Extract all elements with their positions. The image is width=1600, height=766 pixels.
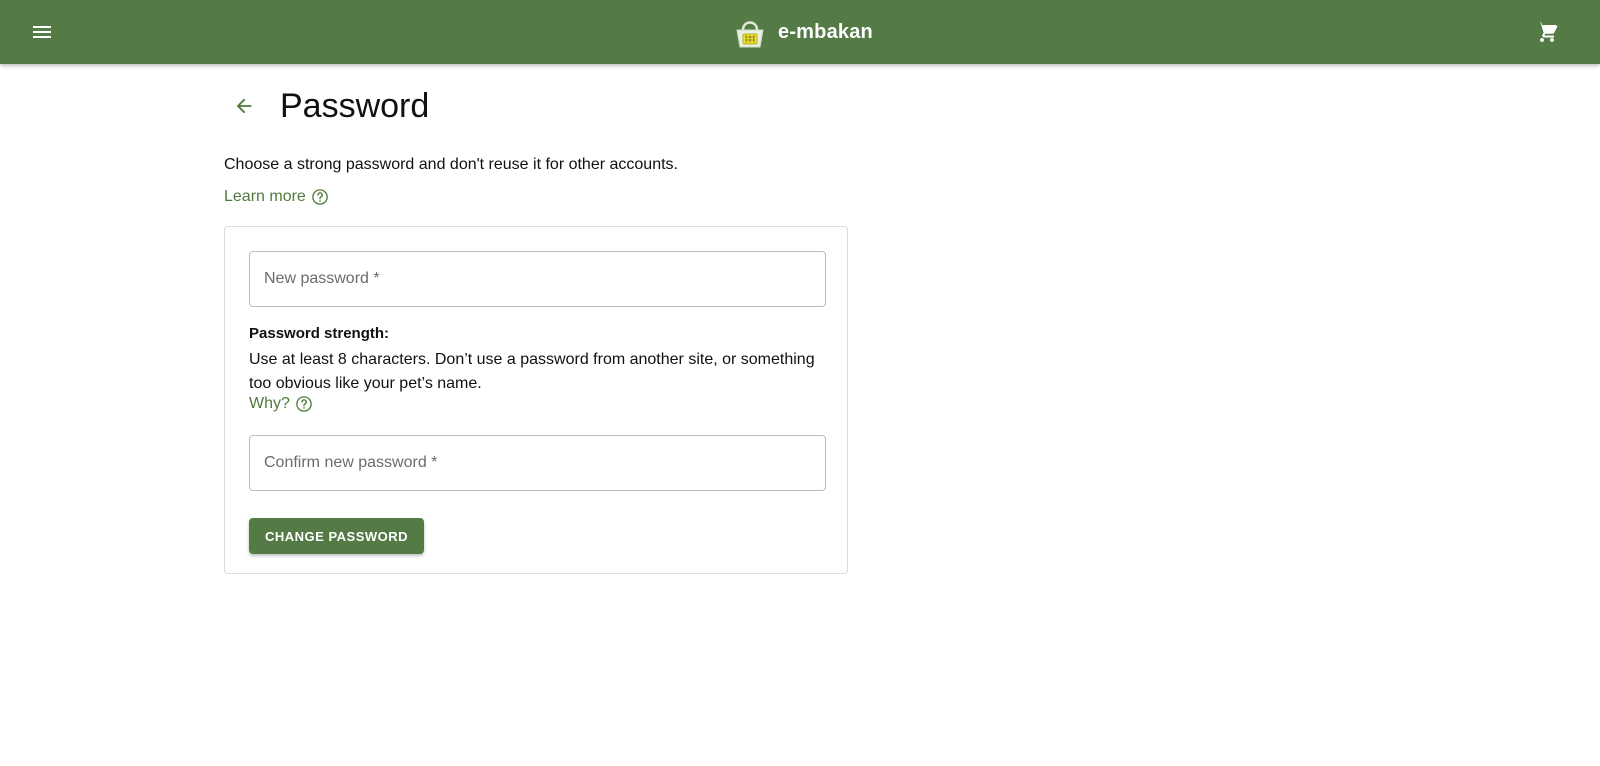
brand-home-link[interactable]: e-mbakan	[732, 14, 873, 50]
cart-icon	[1538, 22, 1558, 42]
learn-more-link[interactable]: Learn more	[224, 188, 329, 206]
menu-button[interactable]	[27, 17, 57, 47]
help-circle-icon	[311, 188, 329, 206]
help-circle-icon	[295, 395, 313, 413]
back-button[interactable]	[224, 86, 264, 126]
page-title: Password	[280, 86, 430, 125]
confirm-password-field[interactable]	[249, 435, 826, 491]
intro-text: Choose a strong password and don't reuse…	[224, 156, 678, 173]
title-row: Password	[224, 86, 429, 126]
menu-icon	[33, 26, 51, 38]
password-strength-label: Password strength:	[249, 325, 390, 342]
new-password-field[interactable]	[249, 251, 826, 307]
new-password-input[interactable]	[250, 252, 825, 306]
top-app-bar: e-mbakan	[0, 0, 1600, 64]
confirm-password-input[interactable]	[250, 436, 825, 490]
password-form-card: Password strength: Use at least 8 charac…	[224, 226, 848, 574]
basket-logo-icon	[736, 21, 764, 48]
learn-more-label: Learn more	[224, 188, 306, 205]
brand-name: e-mbakan	[778, 20, 873, 43]
cart-button[interactable]	[1532, 17, 1562, 47]
why-label: Why?	[249, 395, 290, 412]
change-password-button[interactable]: CHANGE PASSWORD	[249, 518, 425, 554]
password-strength-hint: Use at least 8 characters. Don’t use a p…	[249, 351, 815, 392]
why-link[interactable]: Why?	[249, 395, 313, 413]
arrow-back-icon	[236, 98, 252, 114]
